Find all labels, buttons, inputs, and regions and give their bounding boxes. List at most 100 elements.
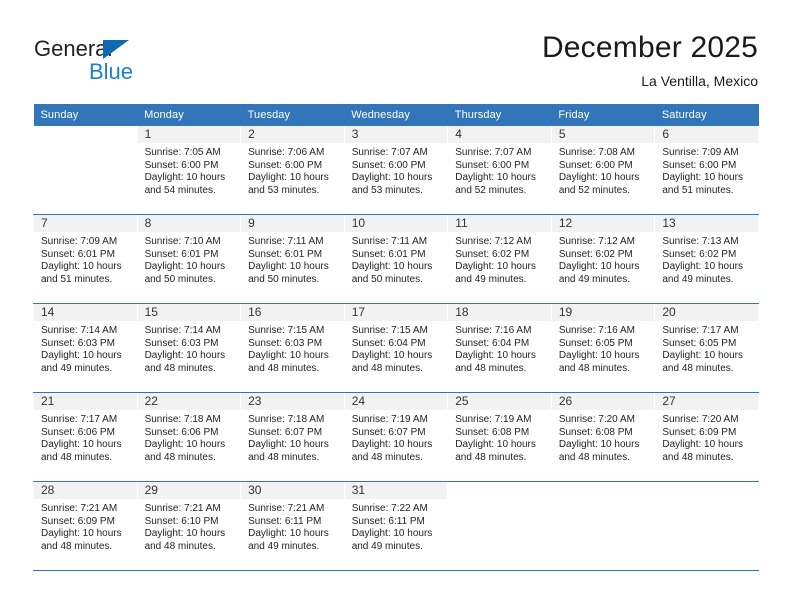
day-number: 17 <box>344 304 448 321</box>
day-details: Sunrise: 7:19 AM Sunset: 6:08 PM Daylight:… <box>448 410 551 464</box>
calendar-day-cell[interactable]: 1 Sunrise: 7:05 AM Sunset: 6:00 PM Daylight… <box>136 126 242 215</box>
day-number: 30 <box>241 482 344 499</box>
day-details: Sunrise: 7:21 AM Sunset: 6:11 PM Daylight:… <box>241 499 344 553</box>
day-cell-inner: 13 Sunrise: 7:13 AM Sunset: 6:02 PM Dayligh… <box>655 215 758 303</box>
daylight-text-line1: Daylight: 10 hours <box>351 172 433 184</box>
day-cell-inner: 6 Sunrise: 7:09 AM Sunset: 6:00 PM Daylight… <box>655 126 758 214</box>
daylight-text-line2: and 49 minutes. <box>558 273 630 285</box>
day-number: 1 <box>137 126 241 143</box>
daylight-text-line2: and 52 minutes. <box>455 184 527 196</box>
day-details: Sunrise: 7:11 AM Sunset: 6:01 PM Daylight:… <box>345 232 448 286</box>
day-cell-inner: 30 Sunrise: 7:21 AM Sunset: 6:11 PM Dayligh… <box>241 482 344 570</box>
calendar-day-cell[interactable]: 16 Sunrise: 7:15 AM Sunset: 6:03 PM Dayligh… <box>240 303 345 393</box>
calendar-day-cell[interactable]: 10 Sunrise: 7:11 AM Sunset: 6:01 PM Dayligh… <box>343 214 449 304</box>
calendar-day-cell[interactable]: 5 Sunrise: 7:08 AM Sunset: 6:00 PM Daylight… <box>550 126 656 215</box>
day-cell-inner: 31 Sunrise: 7:22 AM Sunset: 6:11 PM Dayligh… <box>344 482 448 570</box>
sunrise-text: Sunrise: 7:18 AM <box>144 414 221 425</box>
sunrise-text: Sunrise: 7:07 AM <box>351 147 428 158</box>
calendar-day-cell[interactable]: 21 Sunrise: 7:17 AM Sunset: 6:06 PM Dayligh… <box>33 392 138 482</box>
calendar-day-cell[interactable]: 20 Sunrise: 7:17 AM Sunset: 6:05 PM Dayligh… <box>654 303 759 393</box>
day-details: Sunrise: 7:14 AM Sunset: 6:03 PM Daylight:… <box>138 321 241 375</box>
day-details: Sunrise: 7:08 AM Sunset: 6:00 PM Daylight:… <box>552 143 655 197</box>
calendar-day-cell[interactable]: 30 Sunrise: 7:21 AM Sunset: 6:11 PM Dayligh… <box>240 481 345 571</box>
calendar-day-cell[interactable]: 3 Sunrise: 7:07 AM Sunset: 6:00 PM Daylight… <box>343 126 449 215</box>
sunset-text: Sunset: 6:05 PM <box>662 337 737 349</box>
calendar-day-cell[interactable]: 11 Sunrise: 7:12 AM Sunset: 6:02 PM Dayligh… <box>447 214 552 304</box>
calendar-week-row: 28 Sunrise: 7:21 AM Sunset: 6:09 PM Dayligh… <box>33 481 759 571</box>
calendar-day-cell[interactable]: 25 Sunrise: 7:19 AM Sunset: 6:08 PM Dayligh… <box>447 392 552 482</box>
calendar-day-cell[interactable]: 15 Sunrise: 7:14 AM Sunset: 6:03 PM Dayligh… <box>136 303 242 393</box>
day-number: 2 <box>241 126 344 143</box>
day-details: Sunrise: 7:15 AM Sunset: 6:03 PM Daylight:… <box>241 321 344 375</box>
daylight-text-line1: Daylight: 10 hours <box>351 528 433 540</box>
sunrise-text: Sunrise: 7:06 AM <box>248 147 325 158</box>
daylight-text-line2: and 52 minutes. <box>558 184 630 196</box>
sunrise-text: Sunrise: 7:10 AM <box>144 236 221 247</box>
day-number: 10 <box>344 215 448 232</box>
weekday-header-friday: Friday <box>551 104 655 126</box>
daylight-text-line1: Daylight: 10 hours <box>455 172 536 184</box>
day-number: 4 <box>448 126 551 143</box>
day-number <box>552 482 655 499</box>
weekday-header-thursday: Thursday <box>447 104 552 126</box>
daylight-text-line1: Daylight: 10 hours <box>144 261 226 273</box>
calendar-day-cell[interactable]: 6 Sunrise: 7:09 AM Sunset: 6:00 PM Daylight… <box>654 126 759 215</box>
sunset-text: Sunset: 6:01 PM <box>144 248 219 260</box>
calendar-day-cell[interactable]: 7 Sunrise: 7:09 AM Sunset: 6:01 PM Daylight… <box>33 214 138 304</box>
day-details: Sunrise: 7:19 AM Sunset: 6:07 PM Daylight:… <box>345 410 448 464</box>
calendar-day-cell[interactable]: 18 Sunrise: 7:16 AM Sunset: 6:04 PM Dayligh… <box>447 303 552 393</box>
daylight-text-line2: and 49 minutes. <box>351 540 423 552</box>
day-number: 21 <box>34 393 137 410</box>
day-cell-inner: 2 Sunrise: 7:06 AM Sunset: 6:00 PM Daylight… <box>241 126 344 214</box>
calendar-day-cell[interactable]: 26 Sunrise: 7:20 AM Sunset: 6:08 PM Dayligh… <box>550 392 656 482</box>
day-number: 3 <box>344 126 448 143</box>
day-cell-inner: 18 Sunrise: 7:16 AM Sunset: 6:04 PM Dayligh… <box>448 304 551 392</box>
sunset-text: Sunset: 6:09 PM <box>662 426 737 438</box>
brand-logo[interactable]: General Blue <box>34 36 214 86</box>
daylight-text-line1: Daylight: 10 hours <box>558 439 640 451</box>
weekday-header-row: Sunday Monday Tuesday Wednesday Thursday… <box>33 104 759 126</box>
sunset-text: Sunset: 6:01 PM <box>41 248 115 260</box>
sunrise-text: Sunrise: 7:16 AM <box>558 325 635 336</box>
calendar-day-cell[interactable]: 19 Sunrise: 7:16 AM Sunset: 6:05 PM Dayligh… <box>550 303 656 393</box>
calendar-head: Sunday Monday Tuesday Wednesday Thursday… <box>33 104 759 126</box>
day-number: 19 <box>551 304 655 321</box>
calendar-day-cell[interactable]: 31 Sunrise: 7:22 AM Sunset: 6:11 PM Dayligh… <box>343 481 449 571</box>
day-number: 6 <box>655 126 758 143</box>
location-subtitle: La Ventilla, Mexico <box>641 73 758 89</box>
day-number <box>448 482 551 499</box>
day-number <box>655 482 758 499</box>
calendar-day-cell[interactable]: 9 Sunrise: 7:11 AM Sunset: 6:01 PM Daylight… <box>240 214 345 304</box>
day-number: 5 <box>551 126 655 143</box>
calendar-day-cell[interactable]: 29 Sunrise: 7:21 AM Sunset: 6:10 PM Dayligh… <box>136 481 242 571</box>
calendar-day-cell[interactable]: 22 Sunrise: 7:18 AM Sunset: 6:06 PM Dayligh… <box>136 392 242 482</box>
day-number: 29 <box>137 482 241 499</box>
calendar-day-cell[interactable]: 24 Sunrise: 7:19 AM Sunset: 6:07 PM Dayligh… <box>343 392 449 482</box>
day-cell-inner: 28 Sunrise: 7:21 AM Sunset: 6:09 PM Dayligh… <box>34 482 137 570</box>
calendar-day-cell[interactable]: 27 Sunrise: 7:20 AM Sunset: 6:09 PM Dayligh… <box>654 392 759 482</box>
sunrise-text: Sunrise: 7:21 AM <box>144 503 221 514</box>
day-details: Sunrise: 7:07 AM Sunset: 6:00 PM Daylight:… <box>345 143 448 197</box>
calendar-day-cell[interactable]: 4 Sunrise: 7:07 AM Sunset: 6:00 PM Daylight… <box>447 126 552 215</box>
daylight-text-line1: Daylight: 10 hours <box>41 261 122 273</box>
calendar-day-cell[interactable]: 12 Sunrise: 7:12 AM Sunset: 6:02 PM Dayligh… <box>550 214 656 304</box>
calendar-day-cell[interactable]: 14 Sunrise: 7:14 AM Sunset: 6:03 PM Dayligh… <box>33 303 138 393</box>
day-number: 9 <box>241 215 344 232</box>
day-number: 12 <box>551 215 655 232</box>
sunset-text: Sunset: 6:05 PM <box>558 337 633 349</box>
calendar-day-cell[interactable]: 17 Sunrise: 7:15 AM Sunset: 6:04 PM Dayligh… <box>343 303 449 393</box>
calendar-day-cell[interactable]: 28 Sunrise: 7:21 AM Sunset: 6:09 PM Dayligh… <box>33 481 138 571</box>
calendar-day-cell[interactable]: 23 Sunrise: 7:18 AM Sunset: 6:07 PM Dayligh… <box>240 392 345 482</box>
daylight-text-line2: and 48 minutes. <box>41 540 113 552</box>
day-details: Sunrise: 7:17 AM Sunset: 6:06 PM Daylight:… <box>34 410 137 464</box>
calendar-day-cell[interactable]: 2 Sunrise: 7:06 AM Sunset: 6:00 PM Daylight… <box>240 126 345 215</box>
daylight-text-line1: Daylight: 10 hours <box>41 350 122 362</box>
daylight-text-line1: Daylight: 10 hours <box>558 261 640 273</box>
day-details: Sunrise: 7:22 AM Sunset: 6:11 PM Daylight:… <box>345 499 448 553</box>
sunrise-text: Sunrise: 7:14 AM <box>144 325 221 336</box>
sunrise-text: Sunrise: 7:21 AM <box>41 503 118 514</box>
daylight-text-line1: Daylight: 10 hours <box>144 528 226 540</box>
calendar-day-cell[interactable]: 8 Sunrise: 7:10 AM Sunset: 6:01 PM Daylight… <box>136 214 242 304</box>
calendar-day-cell[interactable]: 13 Sunrise: 7:13 AM Sunset: 6:02 PM Dayligh… <box>654 214 759 304</box>
sunrise-text: Sunrise: 7:14 AM <box>41 325 118 336</box>
